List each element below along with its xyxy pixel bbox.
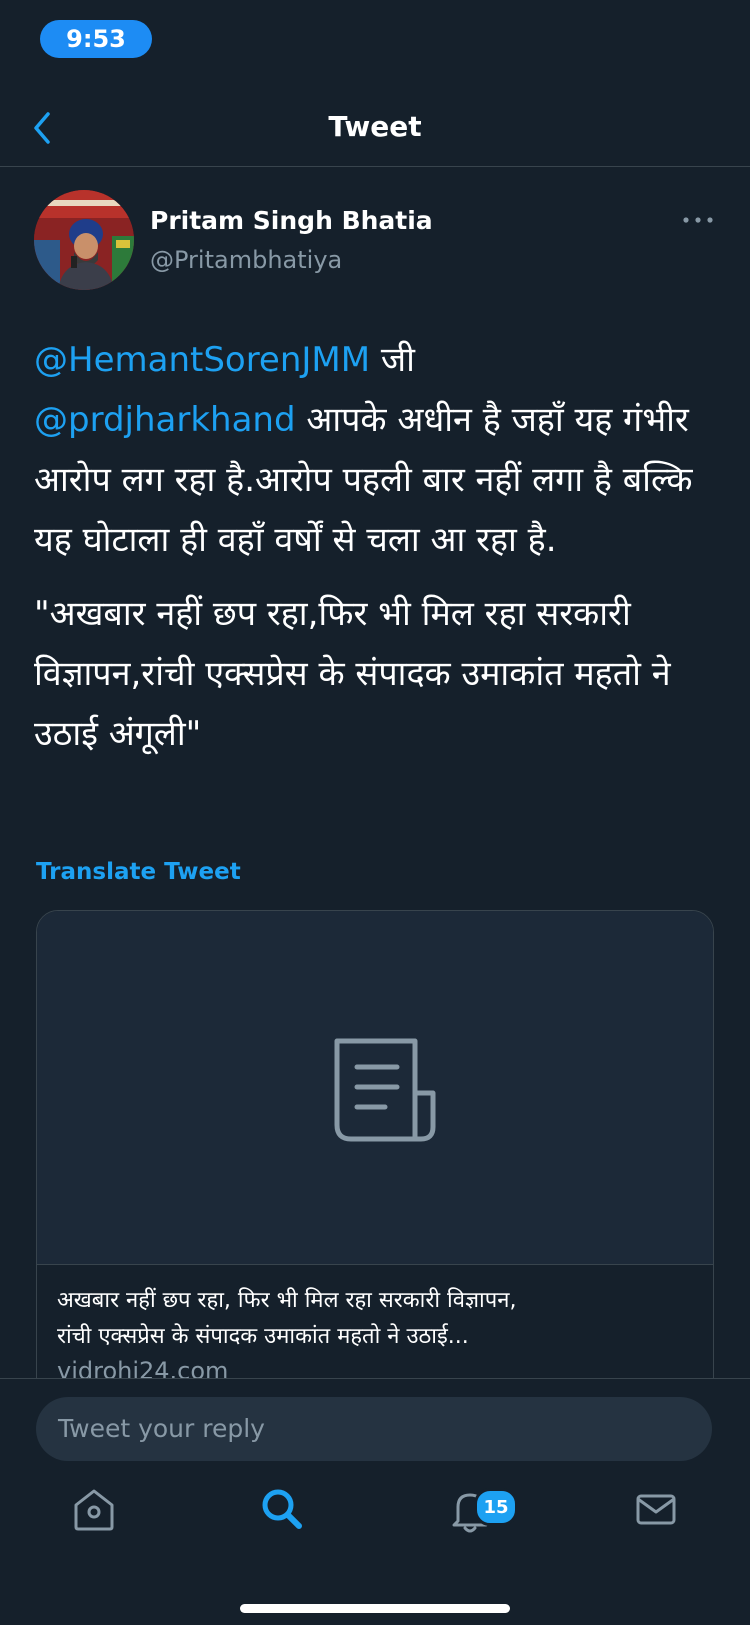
tab-search[interactable] — [252, 1479, 312, 1539]
home-indicator[interactable] — [240, 1604, 510, 1613]
card-title-line: रांची एक्सप्रेस के संपादक उमाकांत महतो न… — [57, 1324, 469, 1349]
mention-link[interactable]: @HemantSorenJMM — [34, 340, 370, 380]
status-bar-time: 9:53 — [40, 20, 152, 58]
author-name[interactable]: Pritam Singh Bhatia — [150, 206, 433, 235]
more-horizontal-icon — [683, 217, 713, 223]
more-options-button[interactable] — [680, 210, 716, 230]
tweet-paragraph-1: @HemantSorenJMM जी @prdjharkhand आपके अधी… — [34, 330, 724, 570]
translate-tweet-link[interactable]: Translate Tweet — [36, 859, 241, 885]
tweet-paragraph-2: "अखबार नहीं छप रहा,फिर भी मिल रहा सरकारी… — [34, 594, 671, 754]
home-icon — [74, 1489, 114, 1531]
avatar[interactable] — [34, 190, 134, 290]
nav-bar: Tweet — [0, 88, 750, 167]
tab-messages[interactable] — [626, 1479, 686, 1539]
author-handle[interactable]: @Pritambhatiya — [150, 246, 342, 274]
mention-link[interactable]: @prdjharkhand — [34, 400, 296, 440]
card-media-placeholder — [37, 911, 713, 1265]
reply-placeholder: Tweet your reply — [58, 1414, 265, 1443]
card-title: अखबार नहीं छप रहा, फिर भी मिल रहा सरकारी… — [57, 1283, 697, 1355]
link-card[interactable]: अखबार नहीं छप रहा, फिर भी मिल रहा सरकारी… — [36, 910, 714, 1412]
search-icon — [262, 1489, 302, 1529]
tweet-text-segment: जी — [370, 340, 415, 380]
card-title-line: अखबार नहीं छप रहा, फिर भी मिल रहा सरकारी… — [57, 1288, 517, 1313]
bottom-panel: Tweet your reply — [0, 1378, 750, 1625]
document-icon — [334, 1038, 436, 1142]
notification-badge: 15 — [474, 1488, 518, 1526]
page-title: Tweet — [328, 110, 422, 143]
reply-input[interactable]: Tweet your reply — [36, 1397, 712, 1461]
profile-photo — [34, 190, 134, 290]
envelope-icon — [636, 1494, 676, 1525]
tweet-text: @HemantSorenJMM जी @prdjharkhand आपके अधी… — [34, 330, 724, 778]
tab-home[interactable] — [64, 1479, 124, 1539]
